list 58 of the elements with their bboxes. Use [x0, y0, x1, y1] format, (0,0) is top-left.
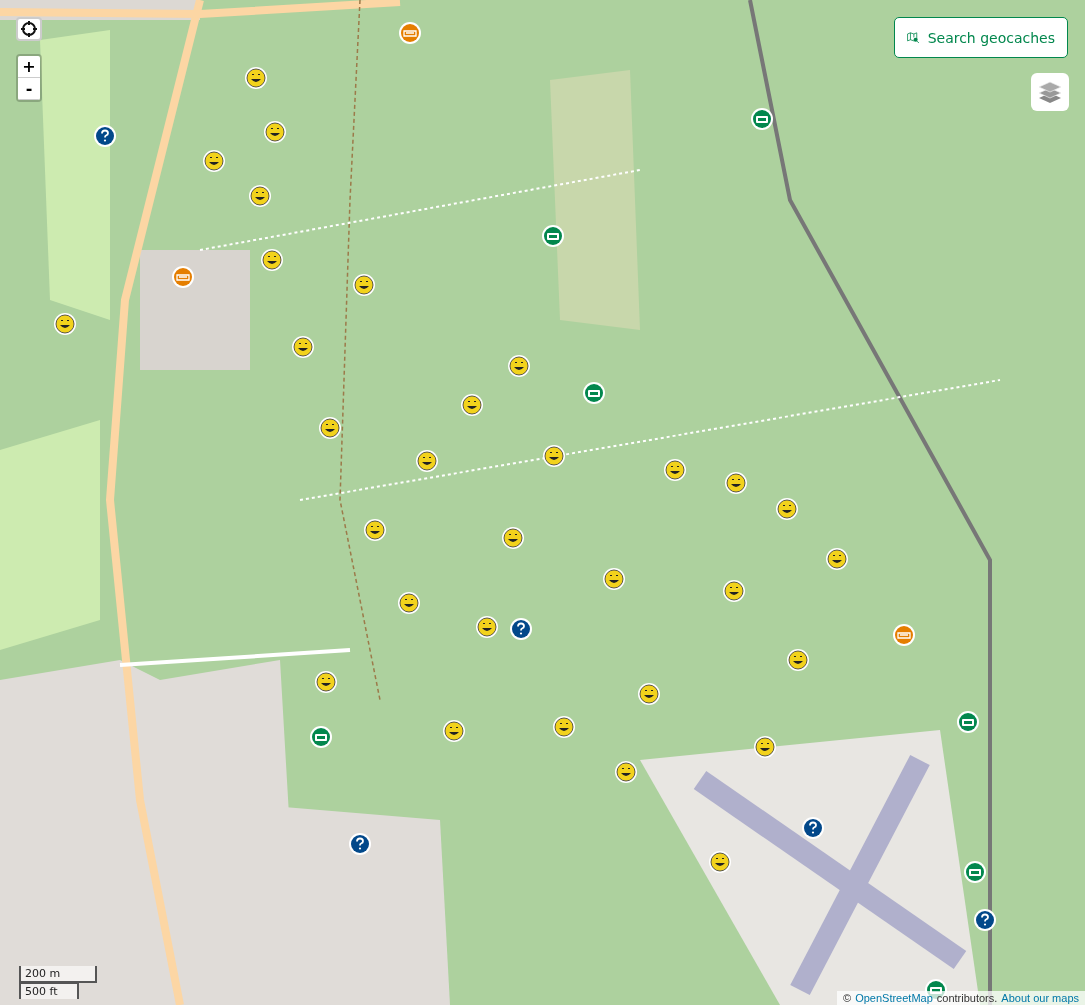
- event-marker-icon[interactable]: [892, 623, 916, 647]
- about-maps-link[interactable]: About our maps: [1001, 992, 1079, 1004]
- smiley-marker-icon[interactable]: [786, 648, 810, 672]
- smiley-marker-icon[interactable]: [318, 416, 342, 440]
- smiley-marker-icon[interactable]: [775, 497, 799, 521]
- smiley-marker-icon[interactable]: [542, 444, 566, 468]
- multi-marker-icon[interactable]: [309, 725, 333, 749]
- smiley-marker-icon[interactable]: [637, 682, 661, 706]
- layers-button[interactable]: [1031, 73, 1069, 111]
- smiley-marker-icon[interactable]: [753, 735, 777, 759]
- copyright-sign: ©: [843, 992, 852, 1004]
- attribution-text: contributors.: [936, 992, 998, 1004]
- smiley-marker-icon[interactable]: [415, 449, 439, 473]
- multi-marker-icon[interactable]: [963, 860, 987, 884]
- smiley-marker-icon[interactable]: [248, 184, 272, 208]
- smiley-marker-icon[interactable]: [475, 615, 499, 639]
- scale-bar: 500 ft: [19, 982, 79, 999]
- event-marker-icon[interactable]: [171, 265, 195, 289]
- zoom-out-button[interactable]: -: [18, 78, 40, 100]
- smiley-marker-icon[interactable]: [291, 335, 315, 359]
- smiley-marker-icon[interactable]: [708, 850, 732, 874]
- question-marker-icon[interactable]: [93, 124, 117, 148]
- smiley-marker-icon[interactable]: [614, 760, 638, 784]
- zoom-in-button[interactable]: +: [18, 56, 40, 78]
- question-marker-icon[interactable]: [509, 617, 533, 641]
- smiley-marker-icon[interactable]: [202, 149, 226, 173]
- layers-icon: [1037, 79, 1063, 105]
- smiley-marker-icon[interactable]: [501, 526, 525, 550]
- search-geocaches-button[interactable]: Search geocaches: [894, 17, 1068, 58]
- smiley-marker-icon[interactable]: [552, 715, 576, 739]
- multi-marker-icon[interactable]: [541, 224, 565, 248]
- smiley-marker-icon[interactable]: [825, 547, 849, 571]
- multi-marker-icon[interactable]: [582, 381, 606, 405]
- smiley-marker-icon[interactable]: [263, 120, 287, 144]
- multi-marker-icon[interactable]: [956, 710, 980, 734]
- scale-bar: 200 m: [19, 966, 97, 983]
- smiley-marker-icon[interactable]: [460, 393, 484, 417]
- smiley-marker-icon[interactable]: [352, 273, 376, 297]
- smiley-marker-icon[interactable]: [663, 458, 687, 482]
- question-marker-icon[interactable]: [348, 832, 372, 856]
- smiley-marker-icon[interactable]: [244, 66, 268, 90]
- openstreetmap-link[interactable]: OpenStreetMap: [855, 992, 933, 1004]
- smiley-marker-icon[interactable]: [602, 567, 626, 591]
- smiley-marker-icon[interactable]: [397, 591, 421, 615]
- multi-marker-icon[interactable]: [750, 107, 774, 131]
- smiley-marker-icon[interactable]: [722, 579, 746, 603]
- smiley-marker-icon[interactable]: [53, 312, 77, 336]
- smiley-marker-icon[interactable]: [442, 719, 466, 743]
- crosshair-icon: [21, 21, 37, 37]
- smiley-marker-icon[interactable]: [363, 518, 387, 542]
- smiley-marker-icon[interactable]: [724, 471, 748, 495]
- smiley-marker-icon[interactable]: [314, 670, 338, 694]
- locate-button[interactable]: [16, 17, 42, 41]
- question-marker-icon[interactable]: [801, 816, 825, 840]
- smiley-marker-icon[interactable]: [507, 354, 531, 378]
- event-marker-icon[interactable]: [398, 21, 422, 45]
- smiley-marker-icon[interactable]: [260, 248, 284, 272]
- question-marker-icon[interactable]: [973, 908, 997, 932]
